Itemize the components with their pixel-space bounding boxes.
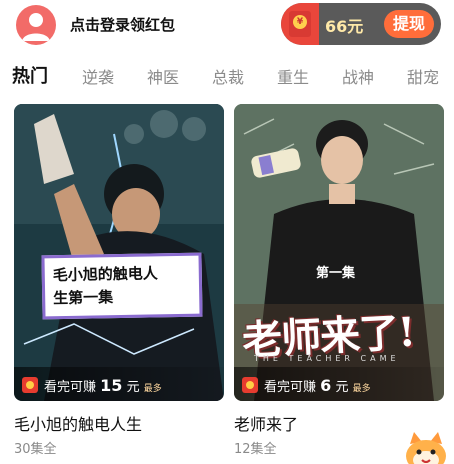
red-envelope-icon: ¥ <box>281 3 319 45</box>
reward-unit: 元 <box>335 380 349 395</box>
poster-subtitle: THE TEACHER CAME <box>254 354 400 363</box>
tab-doctor[interactable]: 神医 <box>147 64 179 88</box>
red-envelope-icon <box>242 377 258 393</box>
reward-prefix: 看完可赚 <box>44 380 97 395</box>
poster-caption: 毛小旭的触电人 生第一集 <box>41 252 203 320</box>
drama-poster[interactable]: 第一集 老师来了! THE TEACHER CAME 看完可赚 6 元 最多 <box>234 104 444 401</box>
tab-war-god[interactable]: 战神 <box>342 64 374 88</box>
tab-rebirth[interactable]: 重生 <box>277 64 309 88</box>
avatar[interactable] <box>16 5 56 45</box>
reward-max-label: 最多 <box>352 384 371 394</box>
reward-unit: 元 <box>126 380 140 395</box>
red-envelope-icon <box>22 377 38 393</box>
drama-title[interactable]: 毛小旭的触电人生 <box>14 411 224 435</box>
reward-amount: 15 <box>100 376 123 395</box>
caption-line: 生第一集 <box>53 288 114 308</box>
reward-text: 看完可赚 6 元 最多 <box>264 376 371 395</box>
envelope-body: ¥ <box>289 11 311 37</box>
reward-text: 看完可赚 15 元 最多 <box>44 376 162 395</box>
poster-episode-label: 第一集 <box>316 266 356 281</box>
category-tabs: 热门 逆袭 神医 总裁 重生 战神 甜宠 <box>0 58 454 94</box>
tab-hot[interactable]: 热门 <box>12 62 48 88</box>
login-link[interactable]: 点击登录领红包 <box>70 14 175 35</box>
drama-card[interactable]: 第一集 老师来了! THE TEACHER CAME 看完可赚 6 元 最多 老… <box>234 104 444 457</box>
tab-comeback[interactable]: 逆袭 <box>82 64 114 88</box>
wallet-widget[interactable]: ¥ 66元 提现 <box>281 3 441 45</box>
drama-poster[interactable]: 毛小旭的触电人 生第一集 看完可赚 15 元 最多 <box>14 104 224 401</box>
tab-sweet-romance[interactable]: 甜宠 <box>407 64 439 88</box>
caption-line: 毛小旭的触电人 <box>52 264 158 285</box>
top-bar: 点击登录领红包 ¥ 66元 提现 <box>0 0 454 50</box>
yuan-coin-icon: ¥ <box>293 15 307 29</box>
reward-bar: 看完可赚 15 元 最多 <box>14 367 224 401</box>
reward-prefix: 看完可赚 <box>264 380 317 395</box>
tab-ceo[interactable]: 总裁 <box>212 64 244 88</box>
cat-mascot-icon[interactable] <box>402 430 450 464</box>
user-avatar-icon <box>22 13 50 41</box>
withdraw-button[interactable]: 提现 <box>384 10 434 38</box>
reward-max-label: 最多 <box>143 384 162 394</box>
reward-bar: 看完可赚 6 元 最多 <box>234 367 444 401</box>
wallet-balance: 66元 <box>325 17 364 36</box>
reward-amount: 6 <box>320 376 332 395</box>
episode-count: 30集全 <box>14 442 57 457</box>
drama-card[interactable]: 毛小旭的触电人 生第一集 看完可赚 15 元 最多 毛小旭的触电人生 30集全 <box>14 104 224 457</box>
